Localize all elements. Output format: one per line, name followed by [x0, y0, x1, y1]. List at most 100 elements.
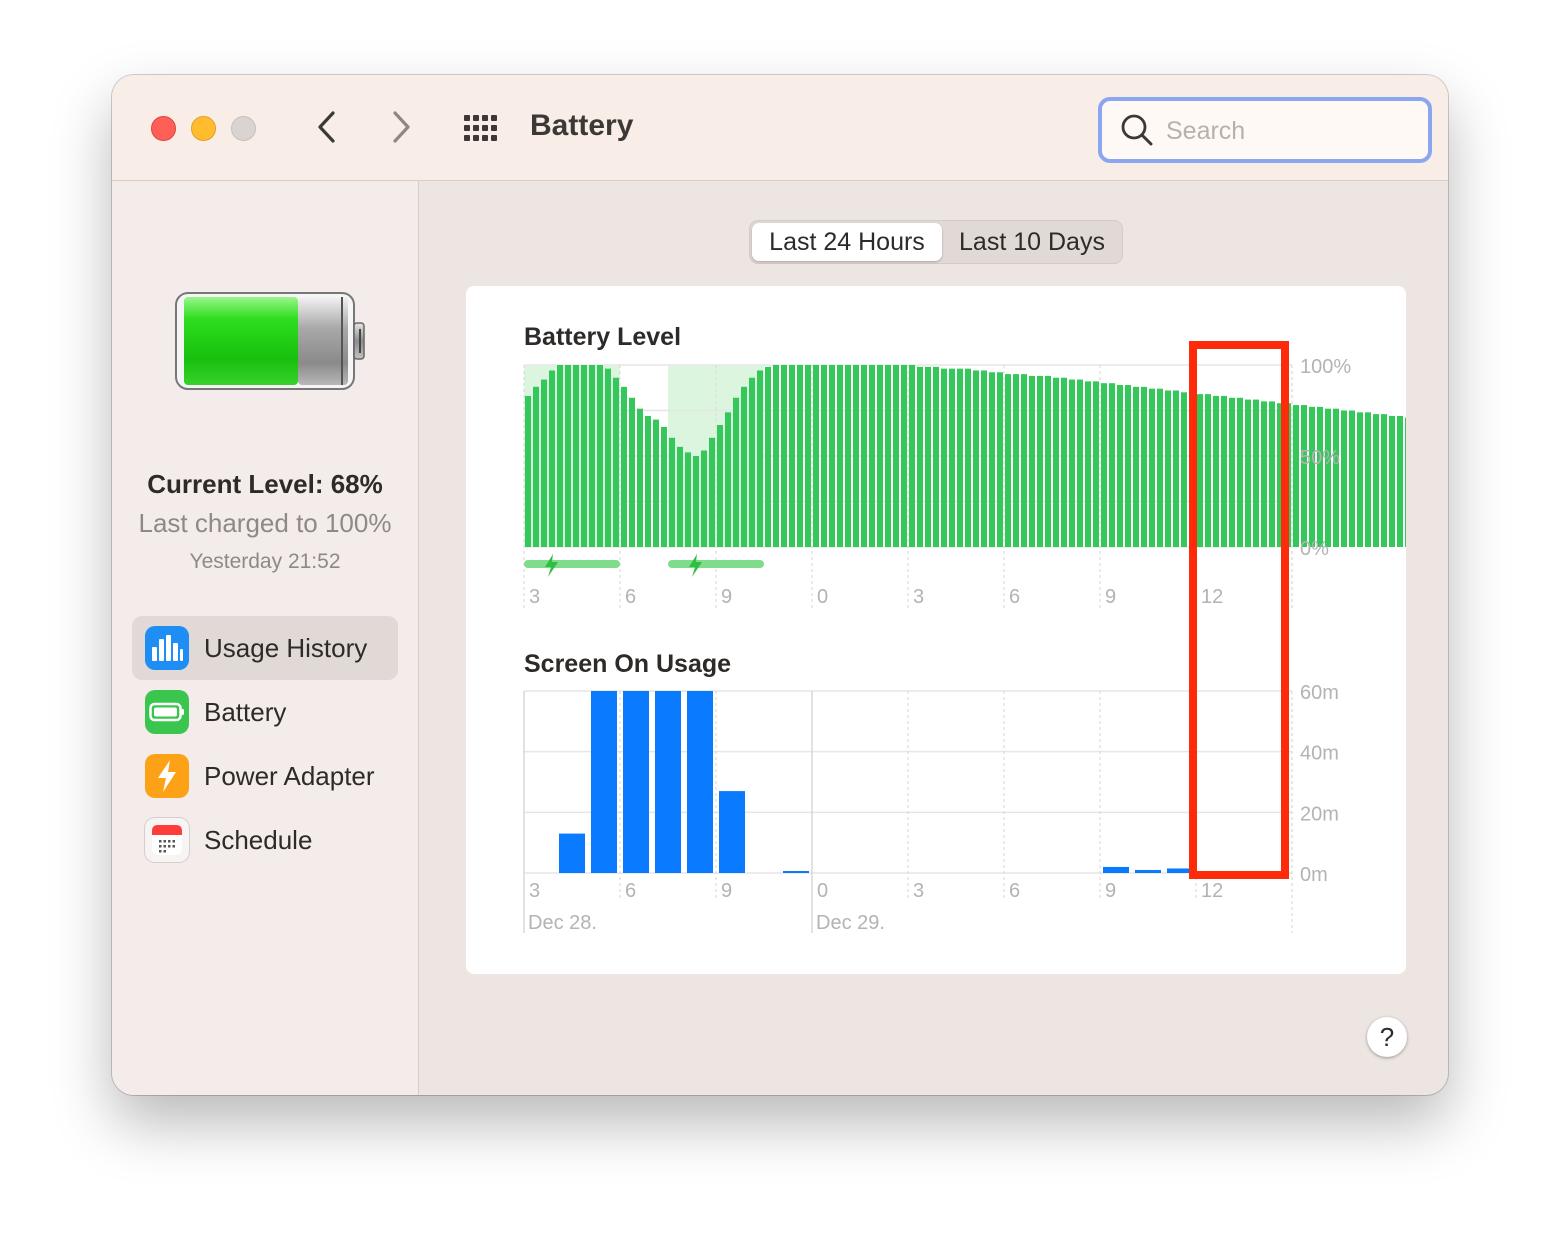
battery-bar	[1253, 399, 1259, 547]
battery-level-icon	[175, 292, 365, 390]
screen-x-tick-label: 6	[1009, 880, 1020, 902]
screen-usage-bar	[1135, 869, 1161, 873]
tab-last-24-hours[interactable]: Last 24 Hours	[752, 223, 942, 261]
battery-bar	[629, 397, 635, 547]
battery-x-tick-label: 6	[1009, 586, 1020, 608]
battery-y-tick-label: 0%	[1300, 538, 1329, 560]
battery-bar	[1317, 406, 1323, 547]
battery-bar	[669, 437, 675, 547]
battery-bar	[781, 365, 787, 547]
window-title: Battery	[530, 109, 634, 142]
battery-bar	[1061, 377, 1067, 547]
battery-x-tick-label: 0	[817, 586, 828, 608]
sidebar: Current Level: 68% Last charged to 100% …	[112, 181, 419, 1095]
help-button[interactable]: ?	[1367, 1017, 1407, 1057]
battery-bar	[1341, 410, 1347, 547]
battery-x-tick-label: 3	[529, 586, 540, 608]
battery-bar	[997, 372, 1003, 547]
battery-bar	[1157, 388, 1163, 547]
screen-x-tick-label: 0	[817, 880, 828, 902]
screen-y-tick-label: 20m	[1300, 803, 1339, 825]
battery-bar	[1117, 385, 1123, 547]
battery-bar	[565, 365, 571, 547]
screen-date-label: Dec 29.	[816, 912, 885, 934]
back-button[interactable]	[307, 107, 347, 147]
current-level-label: Current Level: 68%	[147, 469, 383, 499]
battery-bar	[981, 370, 987, 547]
battery-bar	[917, 366, 923, 547]
tab-last-10-days[interactable]: Last 10 Days	[944, 223, 1120, 261]
battery-bar	[869, 365, 875, 547]
battery-bar	[1197, 394, 1203, 547]
minimize-button[interactable]	[191, 116, 216, 141]
battery-bar	[1013, 374, 1019, 547]
show-all-grid-button[interactable]	[462, 111, 502, 145]
battery-bar	[637, 408, 643, 547]
battery-bar	[1229, 397, 1235, 547]
usage-history-card: Battery Level 3 6 9 0 3 6 9 12 100% 50% 0% Screen On…	[466, 286, 1448, 974]
battery-bar	[533, 386, 539, 547]
screen-x-tick-label: 9	[1105, 880, 1116, 902]
battery-bar	[1381, 414, 1387, 547]
battery-bar	[933, 366, 939, 547]
battery-bar	[845, 365, 851, 547]
search-field[interactable]	[1098, 97, 1432, 163]
battery-bar	[549, 370, 555, 547]
main-content: Last 24 Hours Last 10 Days Battery Level…	[419, 181, 1448, 1095]
charging-indicator	[668, 560, 764, 568]
battery-bar	[861, 365, 867, 547]
battery-y-tick-label: 100%	[1300, 356, 1351, 378]
battery-bar	[1389, 415, 1395, 547]
battery-bar	[741, 386, 747, 547]
zoom-button[interactable]	[231, 116, 256, 141]
battery-bar	[1029, 375, 1035, 547]
close-button[interactable]	[151, 116, 176, 141]
battery-bar	[685, 452, 691, 547]
battery-bar	[1293, 405, 1299, 547]
battery-bar	[877, 365, 883, 547]
battery-bar	[1269, 401, 1275, 547]
battery-bar	[1349, 410, 1355, 547]
battery-bar	[749, 377, 755, 547]
battery-bar	[813, 365, 819, 547]
screen-x-tick-label: 12	[1201, 880, 1223, 902]
battery-bar	[1053, 377, 1059, 547]
battery-bar	[709, 437, 715, 547]
battery-bar	[925, 366, 931, 547]
battery-bar	[885, 365, 891, 547]
screen-usage-bar	[559, 833, 585, 873]
search-input[interactable]	[1164, 111, 1418, 151]
battery-bar	[1165, 390, 1171, 547]
sidebar-item-label: Schedule	[204, 824, 313, 855]
battery-bar	[1221, 395, 1227, 547]
battery-bar	[1405, 417, 1411, 547]
battery-bar	[901, 365, 907, 547]
battery-bar	[1045, 375, 1051, 547]
battery-bar	[557, 365, 563, 547]
sidebar-item-battery[interactable]: Battery	[132, 680, 398, 744]
battery-bar	[829, 365, 835, 547]
screen-usage-bar	[623, 691, 649, 873]
screen-x-tick-label: 3	[529, 880, 540, 902]
last-charged-time: Yesterday 21:52	[189, 550, 341, 573]
battery-bar	[965, 368, 971, 547]
sidebar-item-schedule[interactable]: Schedule	[132, 808, 398, 872]
screen-y-tick-label: 40m	[1300, 743, 1339, 765]
screen-y-tick-label: 60m	[1300, 682, 1339, 704]
battery-bar	[837, 365, 843, 547]
search-icon	[1121, 114, 1153, 146]
screen-usage-bar	[719, 791, 745, 873]
chevron-left-icon	[318, 111, 335, 143]
battery-bar	[1005, 374, 1011, 547]
lightning-icon	[145, 754, 189, 798]
battery-bar	[821, 365, 827, 547]
battery-bar	[701, 450, 707, 547]
forward-button[interactable]	[381, 107, 421, 147]
battery-preferences-window: Battery Curr	[112, 75, 1448, 1095]
sidebar-item-usage-history[interactable]: Usage History	[132, 616, 398, 680]
battery-bar	[1213, 395, 1219, 547]
battery-bar	[621, 386, 627, 547]
battery-bar	[941, 368, 947, 547]
battery-x-tick-label: 3	[913, 586, 924, 608]
sidebar-item-power-adapter[interactable]: Power Adapter	[132, 744, 398, 808]
